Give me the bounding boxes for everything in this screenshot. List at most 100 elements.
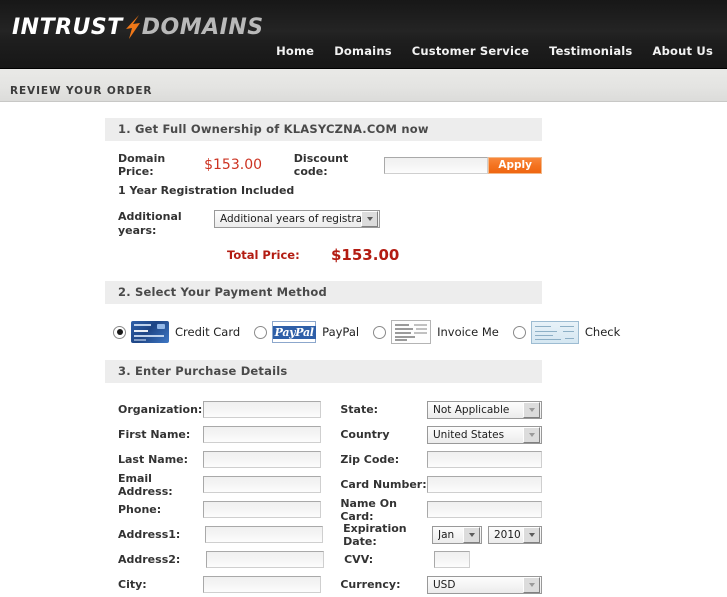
form-row-organization-state: Organization: State: Not Applicable bbox=[118, 397, 542, 422]
email-address-input[interactable] bbox=[202, 476, 321, 493]
label-email-address: Email Address: bbox=[118, 471, 173, 498]
nav-item-customer-service[interactable]: Customer Service bbox=[412, 42, 529, 60]
additional-years-label: Additional years: bbox=[118, 210, 182, 237]
form-row-lastname-zip: Last Name: Zip Code: bbox=[118, 447, 542, 472]
site-header: INTRUST DOMAINS Home Domains Customer Se… bbox=[0, 0, 727, 69]
section-1-header: 1. Get Full Ownership of KLASYCZNA.COM n… bbox=[105, 118, 542, 141]
order-panel: 1. Get Full Ownership of KLASYCZNA.COM n… bbox=[105, 118, 620, 597]
page-title-bar: REVIEW YOUR ORDER bbox=[0, 69, 727, 102]
payment-option-credit-card[interactable]: Credit Card bbox=[113, 321, 240, 343]
nav-item-testimonials[interactable]: Testimonials bbox=[549, 42, 632, 60]
state-select-value: Not Applicable bbox=[433, 403, 510, 416]
form-row-phone-nameoncard: Phone: Name On Card: bbox=[118, 496, 542, 523]
label-card-number: Card Number: bbox=[340, 478, 427, 491]
label-currency: Currency: bbox=[340, 578, 401, 591]
site-logo[interactable]: INTRUST DOMAINS bbox=[12, 14, 264, 40]
section-3-header: 3. Enter Purchase Details bbox=[105, 360, 542, 383]
registration-note: 1 Year Registration Included bbox=[118, 184, 295, 197]
city-input[interactable] bbox=[202, 576, 321, 593]
country-select-value: United States bbox=[433, 428, 505, 441]
label-cvv: CVV: bbox=[344, 553, 374, 566]
section-2-header: 2. Select Your Payment Method bbox=[105, 281, 542, 304]
chevron-down-icon bbox=[463, 526, 480, 543]
label-city: City: bbox=[118, 578, 147, 591]
chevron-down-icon bbox=[523, 576, 540, 593]
address2-input[interactable] bbox=[205, 551, 324, 568]
payment-option-invoice[interactable]: Invoice Me bbox=[373, 320, 499, 344]
currency-select[interactable]: USD bbox=[427, 575, 542, 594]
phone-input[interactable] bbox=[202, 501, 321, 518]
paypal-icon: PayPal bbox=[272, 321, 317, 343]
payment-method-options: Credit Card PayPal PayPal Invoice Me Che… bbox=[105, 304, 620, 344]
radio-invoice[interactable] bbox=[373, 325, 387, 339]
discount-code-label: Discount code: bbox=[293, 152, 349, 178]
paypal-wordmark: PayPal bbox=[272, 325, 316, 339]
label-address2: Address2: bbox=[118, 553, 181, 566]
form-row-address2-cvv: Address2: CVV: bbox=[118, 547, 542, 572]
domain-price-label: Domain Price: bbox=[118, 152, 166, 178]
orange-lightning-icon bbox=[123, 13, 141, 41]
first-name-input[interactable] bbox=[202, 426, 321, 443]
payment-option-check[interactable]: Check bbox=[512, 320, 621, 344]
cvv-input[interactable] bbox=[433, 551, 470, 568]
apply-discount-button[interactable]: Apply bbox=[488, 156, 542, 174]
currency-select-value: USD bbox=[433, 578, 456, 591]
label-address1: Address1: bbox=[118, 528, 181, 541]
name-on-card-input[interactable] bbox=[427, 501, 542, 518]
expiration-year-select[interactable]: 2010 bbox=[488, 525, 542, 544]
form-row-city-currency: City: Currency: USD bbox=[118, 572, 542, 597]
main-navigation: Home Domains Customer Service Testimonia… bbox=[276, 42, 713, 60]
additional-years-select[interactable]: Additional years of registration bbox=[214, 210, 380, 228]
form-row-email-cardnumber: Email Address: Card Number: bbox=[118, 471, 542, 498]
label-state: State: bbox=[340, 403, 379, 416]
logo-text-intrust: INTRUST bbox=[12, 14, 123, 40]
expiration-month-value: Jan bbox=[438, 528, 455, 541]
zip-code-input[interactable] bbox=[427, 451, 542, 468]
nav-item-about-us[interactable]: About Us bbox=[652, 42, 713, 60]
expiration-year-value: 2010 bbox=[494, 528, 521, 541]
check-icon bbox=[530, 320, 579, 344]
label-last-name: Last Name: bbox=[118, 453, 189, 466]
label-country: Country bbox=[340, 428, 390, 441]
card-number-input[interactable] bbox=[427, 476, 542, 493]
organization-input[interactable] bbox=[202, 401, 321, 418]
radio-check[interactable] bbox=[512, 325, 526, 339]
purchase-details-form: Organization: State: Not Applicable Firs… bbox=[105, 383, 542, 597]
state-select[interactable]: Not Applicable bbox=[427, 400, 542, 419]
radio-paypal[interactable] bbox=[254, 325, 268, 339]
form-row-address1-expiration: Address1: Expiration Date: Jan 2010 bbox=[118, 521, 542, 548]
chevron-down-icon bbox=[361, 211, 378, 227]
total-price-label: Total Price: bbox=[227, 248, 300, 262]
payment-option-paypal[interactable]: PayPal PayPal bbox=[254, 321, 359, 343]
label-first-name: First Name: bbox=[118, 428, 191, 441]
payment-label-check: Check bbox=[584, 325, 621, 339]
chevron-down-icon bbox=[523, 526, 540, 543]
radio-credit-card[interactable] bbox=[113, 325, 126, 339]
logo-text-domains: DOMAINS bbox=[141, 14, 264, 40]
label-expiration-date: Expiration Date: bbox=[343, 521, 407, 548]
nav-item-domains[interactable]: Domains bbox=[334, 42, 392, 60]
label-name-on-card: Name On Card: bbox=[340, 496, 397, 523]
chevron-down-icon bbox=[523, 426, 540, 443]
chevron-down-icon bbox=[523, 401, 540, 418]
order-content: 1. Get Full Ownership of KLASYCZNA.COM n… bbox=[0, 118, 727, 597]
domain-price-value: $153.00 bbox=[204, 157, 263, 173]
country-select[interactable]: United States bbox=[427, 425, 542, 444]
nav-item-home[interactable]: Home bbox=[276, 42, 314, 60]
invoice-icon bbox=[391, 320, 432, 344]
last-name-input[interactable] bbox=[202, 451, 321, 468]
form-row-firstname-country: First Name: Country United States bbox=[118, 422, 542, 447]
page-title: REVIEW YOUR ORDER bbox=[10, 85, 153, 97]
payment-label-credit-card: Credit Card bbox=[175, 325, 241, 339]
additional-years-select-value: Additional years of registration bbox=[220, 213, 361, 225]
payment-label-invoice: Invoice Me bbox=[437, 325, 499, 339]
address1-input[interactable] bbox=[205, 526, 324, 543]
discount-code-input[interactable] bbox=[384, 156, 489, 174]
total-price-value: $153.00 bbox=[331, 246, 400, 264]
credit-card-icon bbox=[131, 321, 169, 343]
label-phone: Phone: bbox=[118, 503, 162, 516]
payment-label-paypal: PayPal bbox=[322, 325, 360, 339]
expiration-month-select[interactable]: Jan bbox=[432, 525, 482, 544]
section-1-body: Domain Price: $153.00 Discount code: App… bbox=[105, 141, 542, 264]
label-zip-code: Zip Code: bbox=[340, 453, 400, 466]
